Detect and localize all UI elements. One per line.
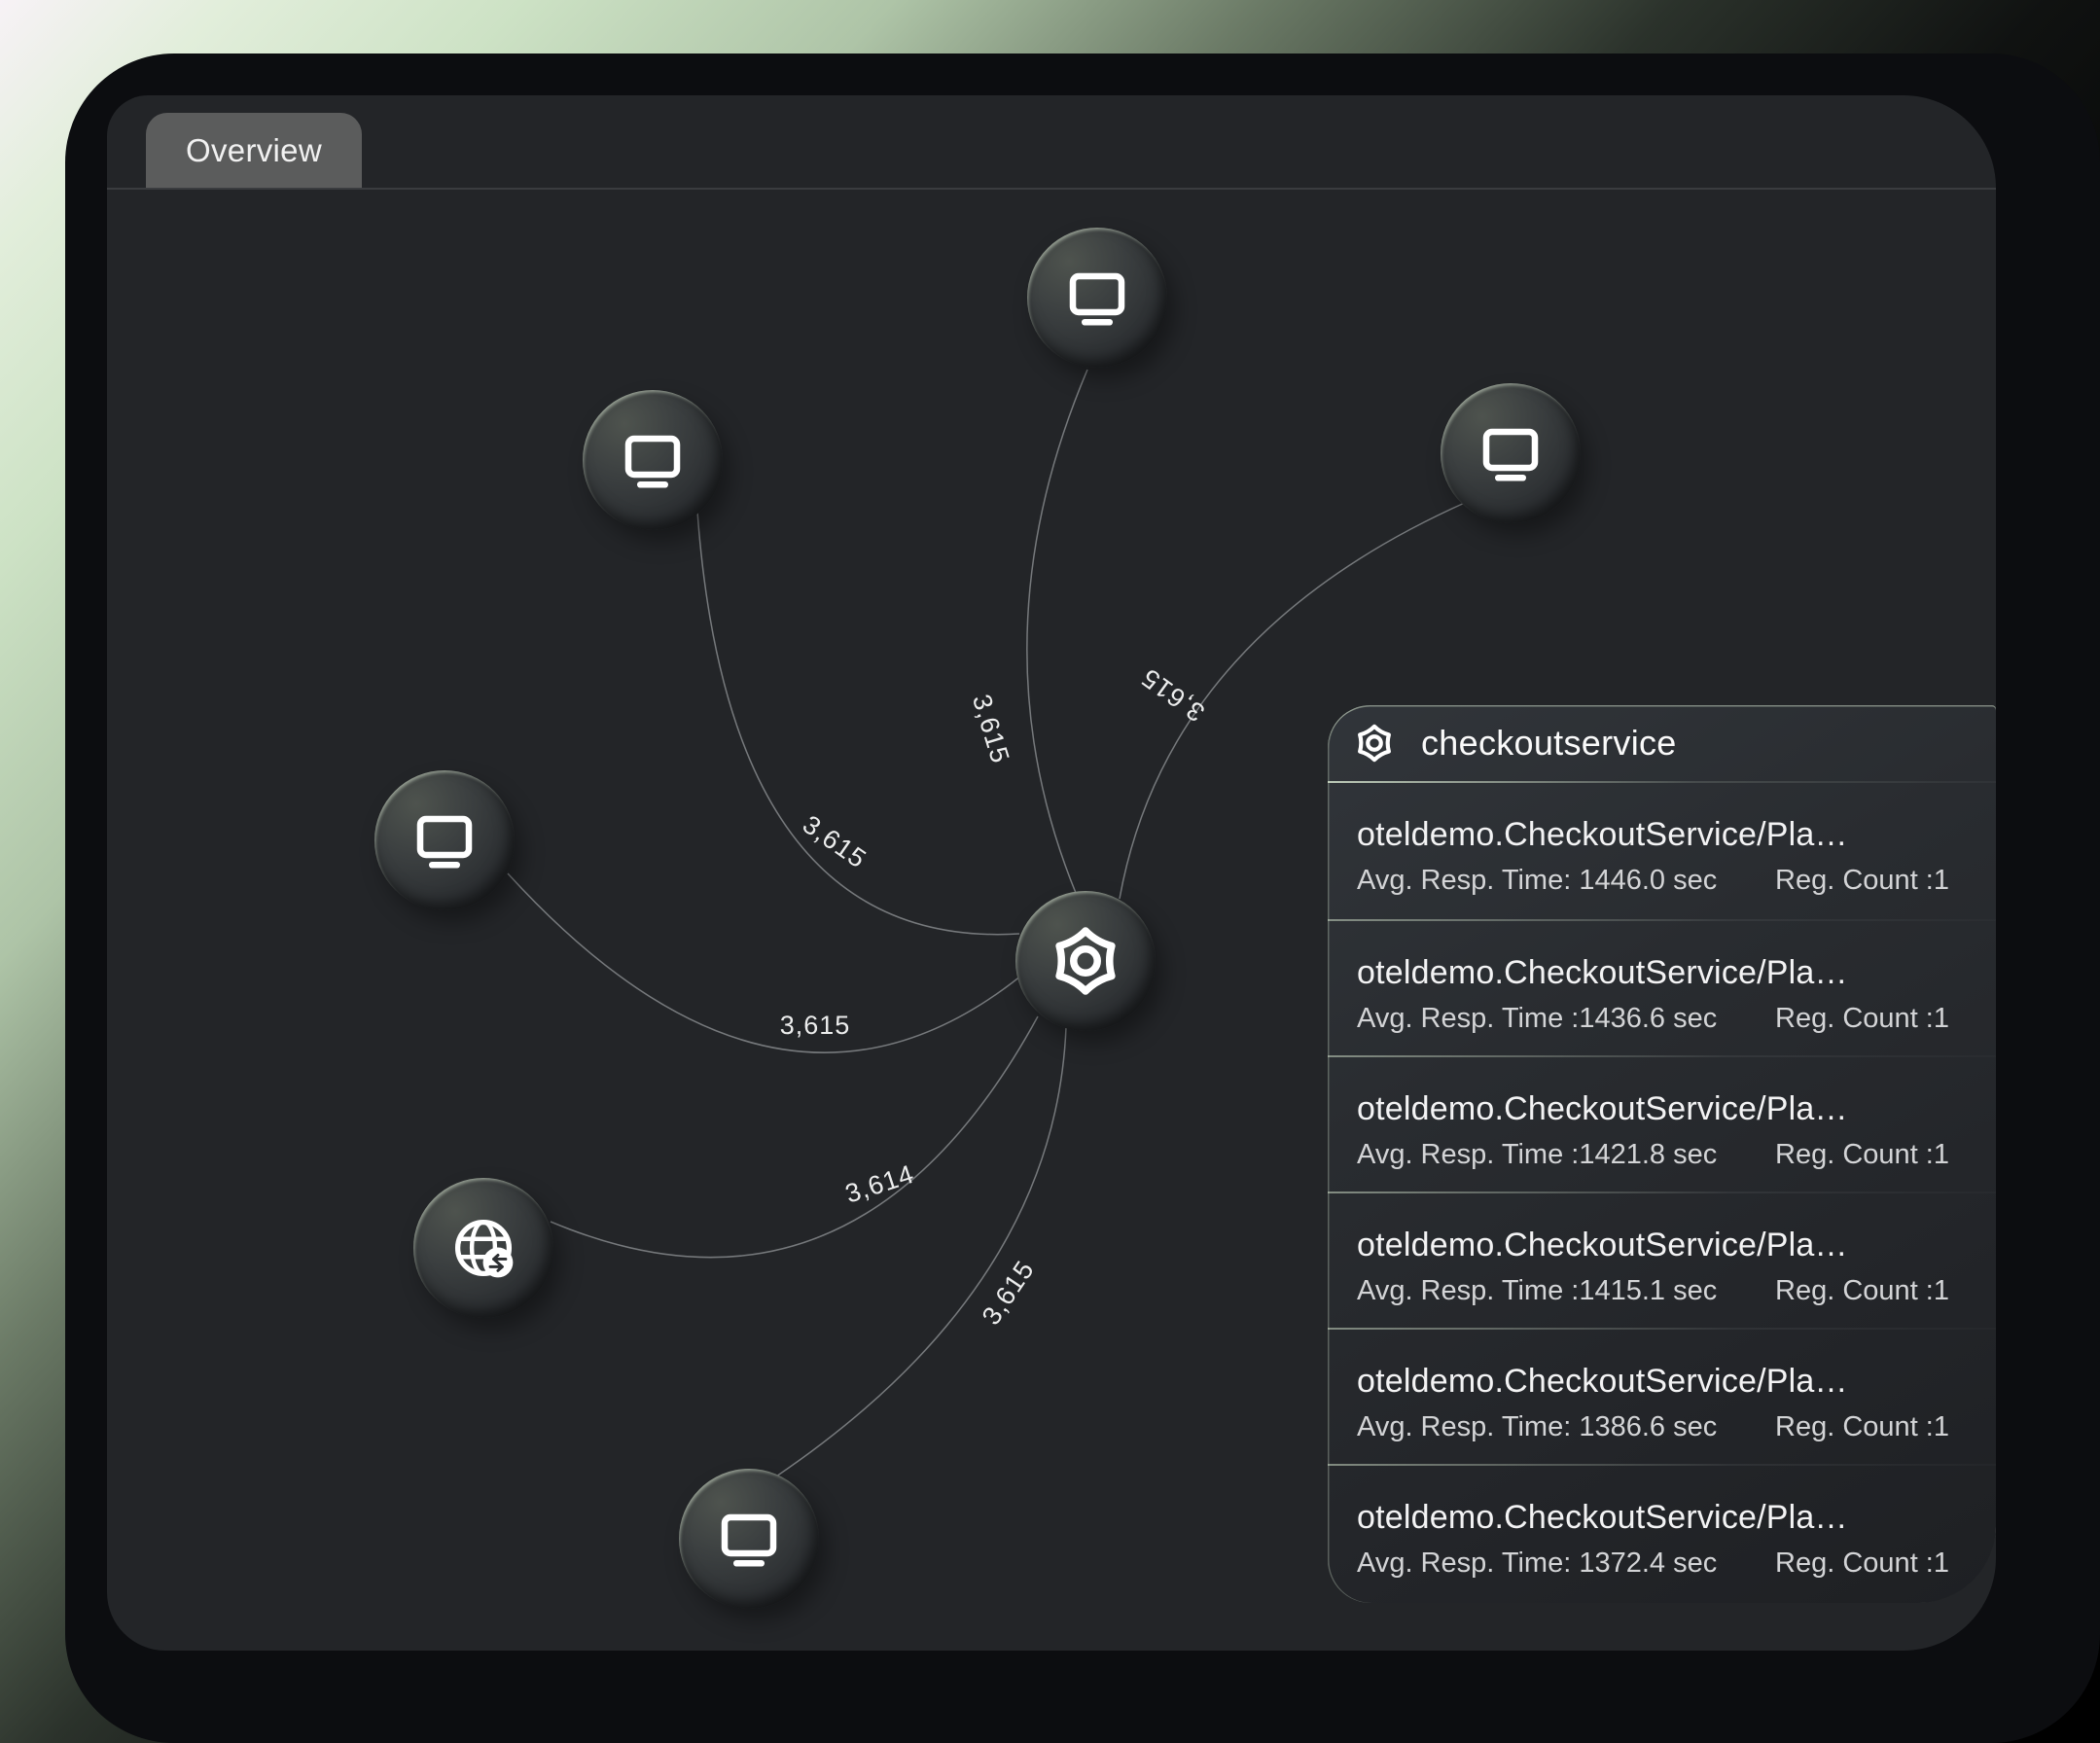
avg-resp-time: Avg. Resp. Time :1436.6 sec (1357, 1003, 1717, 1035)
edge-count-label: 3,615 (780, 1011, 851, 1040)
endpoint-row[interactable]: oteldemo.CheckoutService/Pla… Avg. Resp.… (1328, 1464, 1996, 1600)
graph-edge (508, 873, 1021, 1052)
panel-title: checkoutservice (1421, 723, 1677, 764)
panel-header: checkoutservice (1328, 705, 1996, 783)
avg-resp-time: Avg. Resp. Time :1421.8 sec (1357, 1139, 1717, 1171)
reg-count: Reg. Count :1 (1775, 1411, 1949, 1443)
avg-resp-time: Avg. Resp. Time: 1386.6 sec (1357, 1411, 1717, 1443)
graph-edge (1027, 370, 1087, 893)
device-background: Overview 3,615 3,615 3,615 3,615 3,614 3… (0, 0, 2100, 1743)
monitor-icon (404, 800, 485, 881)
endpoint-row[interactable]: oteldemo.CheckoutService/Pla… Avg. Resp.… (1328, 1192, 1996, 1328)
endpoint-name: oteldemo.CheckoutService/Pla… (1357, 1363, 1949, 1401)
graph-node-client[interactable] (374, 770, 515, 910)
graph-edge (551, 1016, 1038, 1258)
avg-resp-time: Avg. Resp. Time :1415.1 sec (1357, 1275, 1717, 1307)
graph-node-client[interactable] (1441, 383, 1581, 523)
monitor-icon (708, 1498, 790, 1580)
monitor-icon (1056, 257, 1138, 338)
gear-icon (1349, 718, 1400, 768)
endpoint-row[interactable]: oteldemo.CheckoutService/Pla… Avg. Resp.… (1328, 919, 1996, 1055)
globe-icon (441, 1205, 526, 1291)
graph-edge (697, 512, 1019, 935)
graph-node-client[interactable] (679, 1469, 819, 1609)
gear-icon (1040, 915, 1131, 1007)
reg-count: Reg. Count :1 (1775, 1275, 1949, 1307)
reg-count: Reg. Count :1 (1775, 865, 1949, 897)
endpoint-name: oteldemo.CheckoutService/Pla… (1357, 816, 1949, 854)
device-frame: Overview 3,615 3,615 3,615 3,615 3,614 3… (65, 53, 2100, 1743)
graph-edge (776, 1027, 1066, 1476)
avg-resp-time: Avg. Resp. Time: 1372.4 sec (1357, 1547, 1717, 1580)
endpoint-row[interactable]: oteldemo.CheckoutService/Pla… Avg. Resp.… (1328, 1055, 1996, 1192)
endpoint-row[interactable]: oteldemo.CheckoutService/Pla… Avg. Resp.… (1328, 783, 1996, 919)
graph-node-client[interactable] (1027, 228, 1167, 368)
reg-count: Reg. Count :1 (1775, 1139, 1949, 1171)
edge-count-label: 3,615 (967, 691, 1015, 766)
monitor-icon (1470, 412, 1551, 494)
edge-count-label: 3,615 (1136, 662, 1210, 728)
graph-node-web[interactable] (413, 1178, 553, 1318)
reg-count: Reg. Count :1 (1775, 1003, 1949, 1035)
edge-count-label: 3,614 (841, 1159, 917, 1209)
monitor-icon (612, 419, 694, 501)
reg-count: Reg. Count :1 (1775, 1547, 1949, 1580)
avg-resp-time: Avg. Resp. Time: 1446.0 sec (1357, 865, 1717, 897)
endpoint-row[interactable]: oteldemo.CheckoutService/Pla… Avg. Resp.… (1328, 1328, 1996, 1464)
endpoint-name: oteldemo.CheckoutService/Pla… (1357, 1499, 1949, 1537)
edge-count-label: 3,615 (977, 1255, 1040, 1330)
graph-node-checkoutservice[interactable] (1015, 891, 1156, 1031)
service-detail-panel: checkoutservice oteldemo.CheckoutService… (1328, 705, 1996, 1603)
endpoint-name: oteldemo.CheckoutService/Pla… (1357, 1227, 1949, 1264)
endpoint-name: oteldemo.CheckoutService/Pla… (1357, 954, 1949, 992)
endpoint-name: oteldemo.CheckoutService/Pla… (1357, 1090, 1949, 1128)
app-screen: Overview 3,615 3,615 3,615 3,615 3,614 3… (107, 95, 1996, 1651)
graph-node-client[interactable] (583, 390, 723, 530)
edge-count-label: 3,615 (798, 809, 872, 873)
